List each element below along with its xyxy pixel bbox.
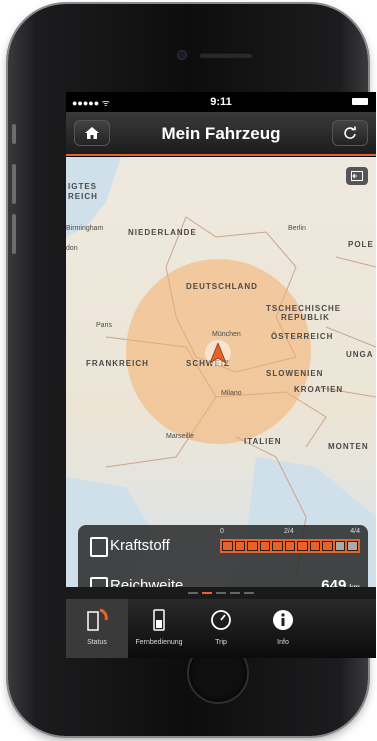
tab-bar: Status Fernbedienung Trip Info — [66, 599, 376, 658]
tab-fernbedienung[interactable]: Fernbedienung — [128, 599, 190, 658]
gauge-tick: 0 — [220, 528, 224, 535]
tab-trip[interactable]: Trip — [190, 599, 252, 658]
gauge-tick: 4/4 — [350, 528, 360, 535]
range-row: Reichweite 649km — [78, 567, 368, 587]
fuel-segment-empty — [334, 541, 346, 551]
fuel-segment-filled — [297, 541, 308, 551]
tab-label: Status — [87, 639, 107, 646]
range-value: 649 — [321, 577, 347, 587]
page-dot — [188, 592, 198, 594]
range-pump-icon — [90, 577, 108, 587]
map-label: MONTEN — [328, 442, 369, 451]
nav-accent-line — [66, 154, 376, 156]
page-dot — [216, 592, 226, 594]
map-label: SLOWENIEN — [266, 369, 324, 378]
volume-up-button — [12, 164, 16, 204]
map-city: Berlin — [288, 225, 306, 232]
map-label: IGTES — [68, 182, 98, 191]
fuel-segment-filled — [309, 541, 321, 551]
earpiece-speaker — [199, 52, 253, 58]
app-screen: ●●●●● ᯤ 9:11 Mein Fahrzeug IGTES REICH B… — [66, 92, 376, 658]
fuel-segment-filled — [234, 541, 246, 551]
map-label: REICH — [68, 192, 98, 201]
map-city: Marseille — [166, 433, 195, 440]
fuel-row: Kraftstoff 0 2/4 4/4 — [78, 525, 368, 565]
range-value-group: 649km — [321, 577, 360, 587]
fuel-pump-icon — [90, 537, 108, 557]
battery-icon — [352, 98, 368, 105]
status-icon — [84, 607, 110, 633]
map-label: FRANKREICH — [86, 359, 149, 368]
page-title: Mein Fahrzeug — [161, 124, 281, 143]
map-view[interactable]: IGTES REICH Birmingham don NIEDERLANDE B… — [66, 157, 376, 587]
fuel-segment-filled — [247, 541, 258, 551]
range-label: Reichweite — [110, 577, 184, 587]
vehicle-location-marker[interactable] — [205, 340, 231, 366]
status-time: 9:11 — [210, 96, 232, 108]
trip-icon — [208, 607, 234, 633]
remote-icon — [146, 607, 172, 633]
map-city: Birmingham — [66, 225, 104, 232]
map-label: POLE — [348, 240, 374, 249]
tab-status[interactable]: Status — [66, 599, 128, 658]
map-city: don — [66, 245, 78, 252]
map-label: TSCHECHISCHE — [266, 304, 342, 313]
map-city: München — [212, 331, 241, 338]
fuel-segment-filled — [259, 541, 271, 551]
fuel-segment-empty — [347, 541, 359, 551]
map-layers-icon — [351, 171, 363, 181]
tab-label: Info — [277, 639, 289, 646]
map-label: KROATIEN — [294, 385, 344, 394]
fuel-gauge — [220, 539, 360, 553]
fuel-label: Kraftstoff — [110, 537, 170, 554]
page-dot — [244, 592, 254, 594]
map-label: DEUTSCHLAND — [186, 282, 258, 291]
fuel-segment-filled — [272, 541, 283, 551]
status-bar: ●●●●● ᯤ 9:11 — [66, 92, 376, 112]
page-dot-active — [202, 592, 212, 594]
map-label: NIEDERLANDE — [128, 228, 197, 237]
info-icon — [270, 607, 296, 633]
front-camera — [178, 51, 186, 59]
tab-info[interactable]: Info — [252, 599, 314, 658]
map-label: ITALIEN — [244, 437, 282, 446]
map-layer-toggle[interactable] — [346, 167, 368, 185]
map-city: Milano — [221, 390, 242, 397]
volume-down-button — [12, 214, 16, 254]
page-dot — [230, 592, 240, 594]
fuel-segment-filled — [322, 541, 333, 551]
tab-label: Fernbedienung — [135, 639, 183, 646]
map-label: ÖSTERREICH — [271, 332, 334, 341]
refresh-button[interactable] — [332, 120, 368, 146]
refresh-icon — [344, 126, 356, 139]
vehicle-icon — [210, 343, 226, 363]
mute-switch — [12, 124, 16, 144]
map-city: Paris — [96, 322, 112, 329]
fuel-segment-filled — [284, 541, 296, 551]
map-label: REPUBLIK — [281, 313, 330, 322]
gauge-tick: 2/4 — [284, 528, 294, 535]
page-indicator — [66, 587, 376, 599]
map-label: UNGA — [346, 350, 374, 359]
fuel-segment-filled — [222, 541, 233, 551]
vehicle-status-panel: Kraftstoff 0 2/4 4/4 Reichweite 649km — [78, 525, 368, 587]
navigation-bar: Mein Fahrzeug — [66, 112, 376, 157]
tab-label: Trip — [215, 639, 227, 646]
